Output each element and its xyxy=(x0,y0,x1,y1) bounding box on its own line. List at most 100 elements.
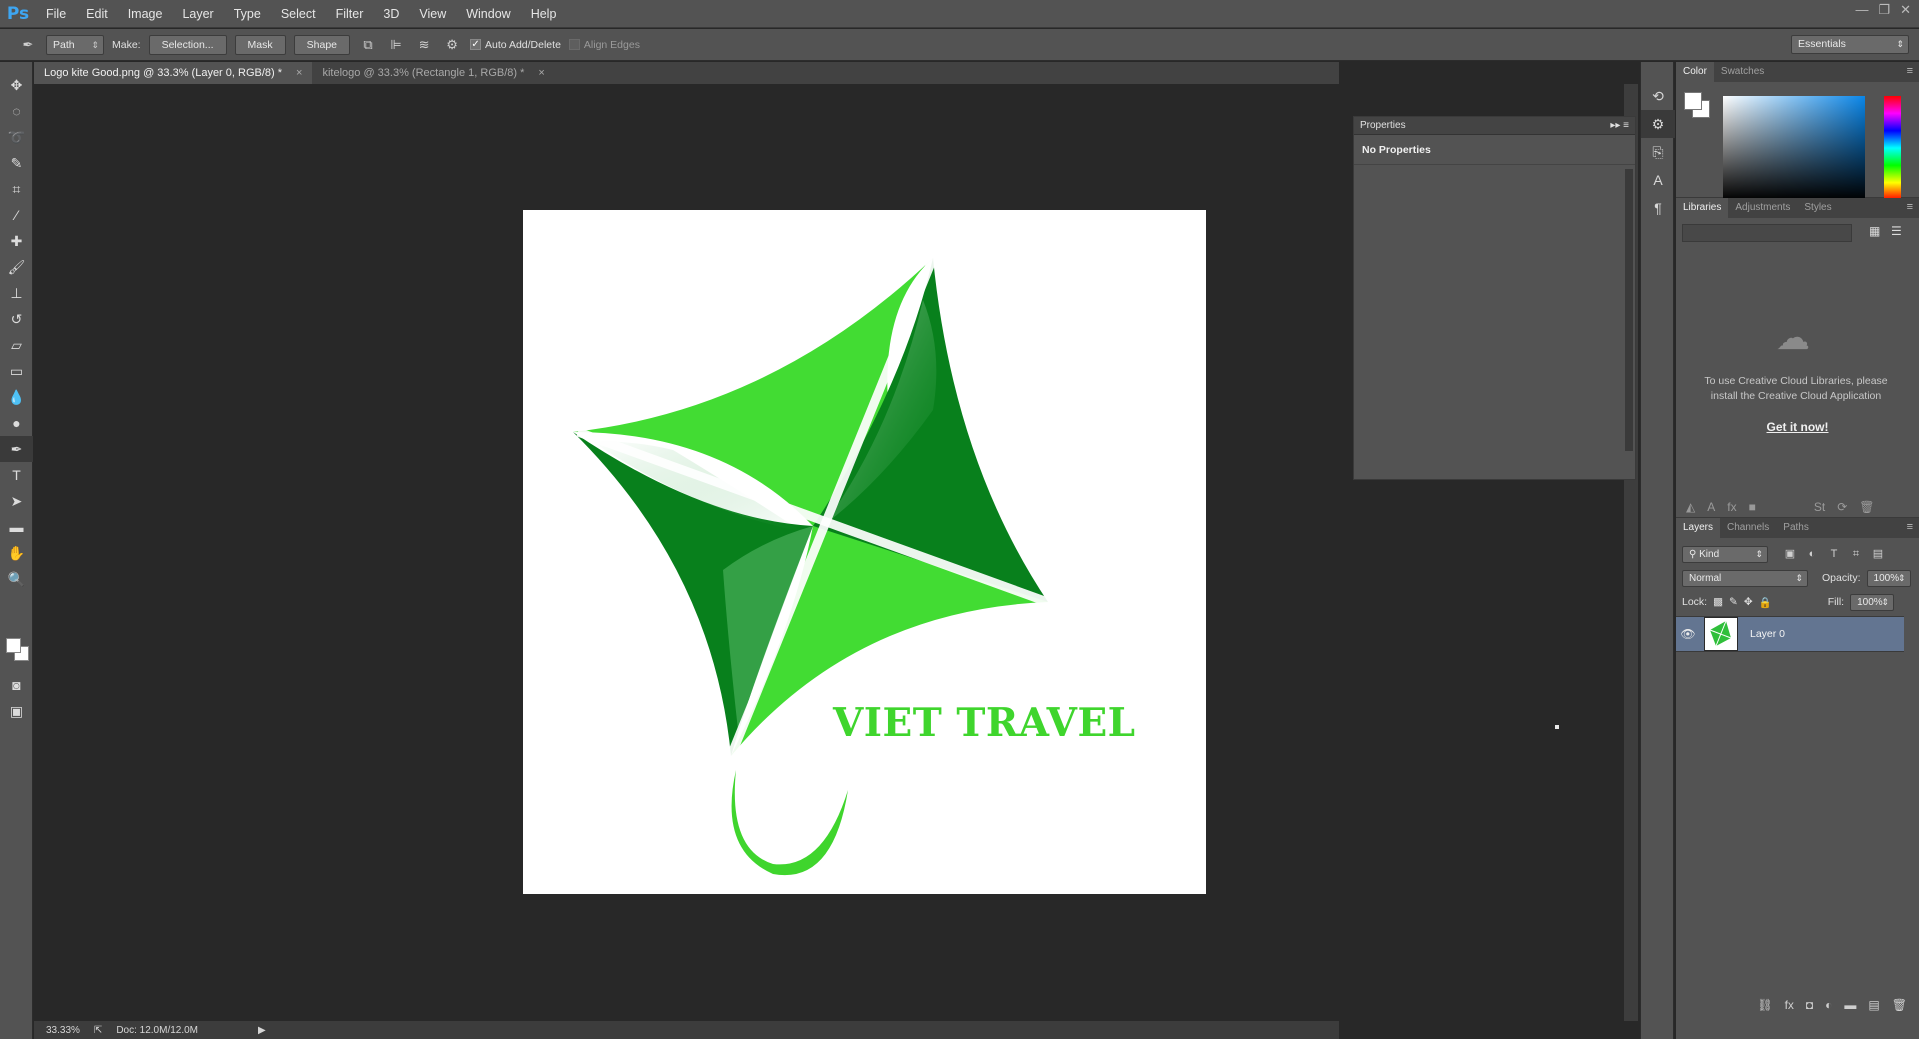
new-group-icon[interactable]: ▬ xyxy=(1844,998,1856,1012)
menu-help[interactable]: Help xyxy=(521,0,567,28)
healing-brush-tool-icon[interactable]: ✚ xyxy=(0,228,33,254)
document-canvas[interactable]: VIET TRAVEL xyxy=(523,210,1206,894)
menu-type[interactable]: Type xyxy=(224,0,271,28)
panel-menu-icon[interactable]: ≡ xyxy=(1907,201,1913,213)
delete-layer-icon[interactable]: 🗑 xyxy=(1892,998,1907,1012)
blur-tool-icon[interactable]: 💧 xyxy=(0,384,33,410)
dodge-tool-icon[interactable]: ● xyxy=(0,410,33,436)
canvas-area[interactable]: VIET TRAVEL xyxy=(34,84,1559,1021)
clone-stamp-tool-icon[interactable]: ⊥ xyxy=(0,280,33,306)
type-filter-icon[interactable]: T xyxy=(1826,546,1842,562)
align-edges-checkbox[interactable] xyxy=(568,39,580,51)
screen-mode-icon[interactable]: ▣ xyxy=(0,698,33,724)
tab-styles[interactable]: Styles xyxy=(1797,198,1838,218)
trash-icon[interactable]: 🗑 xyxy=(1859,500,1874,514)
rectangle-tool-icon[interactable]: ▬ xyxy=(0,514,33,540)
lock-all-icon[interactable]: 🔒 xyxy=(1759,596,1772,609)
menu-filter[interactable]: Filter xyxy=(326,0,374,28)
lock-position-icon[interactable]: ✥ xyxy=(1744,596,1753,608)
brush-tool-icon[interactable]: 🖌 xyxy=(0,254,33,280)
tab-color[interactable]: Color xyxy=(1676,62,1714,82)
zoom-level[interactable]: 33.33% xyxy=(46,1025,80,1036)
align-edges-option[interactable]: Align Edges xyxy=(568,39,640,51)
new-layer-icon[interactable]: ▤ xyxy=(1868,998,1879,1012)
stock-icon[interactable]: St xyxy=(1814,500,1825,514)
menu-select[interactable]: Select xyxy=(271,0,326,28)
tab-channels[interactable]: Channels xyxy=(1720,518,1776,538)
paragraph-panel-icon[interactable]: ¶ xyxy=(1641,194,1675,222)
path-alignment-icon[interactable]: ⊫ xyxy=(386,35,406,55)
add-graphic-icon[interactable]: ◭ xyxy=(1686,500,1695,514)
path-operations-icon[interactable]: ⧉ xyxy=(358,35,378,55)
shape-filter-icon[interactable]: ⌗ xyxy=(1848,546,1864,562)
adjustment-filter-icon[interactable]: ◐ xyxy=(1804,546,1820,562)
restore-button[interactable]: ❐ xyxy=(1878,2,1890,18)
grid-view-icon[interactable]: ▦ xyxy=(1869,224,1880,238)
add-layer-style-icon[interactable]: fx xyxy=(1727,500,1736,514)
make-shape-button[interactable]: Shape xyxy=(293,34,351,55)
make-mask-button[interactable]: Mask xyxy=(234,34,286,55)
marquee-tool-icon[interactable]: ◌ xyxy=(0,98,33,124)
properties-panel-icon[interactable]: ⚙ xyxy=(1641,110,1675,138)
tab-layers[interactable]: Layers xyxy=(1676,518,1721,538)
tab-libraries[interactable]: Libraries xyxy=(1676,198,1729,218)
layer-row[interactable]: 👁 Layer 0 xyxy=(1676,616,1904,652)
smart-object-filter-icon[interactable]: ▤ xyxy=(1870,546,1886,562)
close-icon[interactable]: × xyxy=(296,62,302,84)
hand-tool-icon[interactable]: ✋ xyxy=(0,540,33,566)
lock-transparent-icon[interactable]: ▩ xyxy=(1713,596,1723,608)
path-selection-tool-icon[interactable]: ➤ xyxy=(0,488,33,514)
menu-file[interactable]: File xyxy=(36,0,76,28)
panel-menu-icon[interactable]: ≡ xyxy=(1907,65,1913,77)
path-arrangement-icon[interactable]: ≋ xyxy=(414,35,434,55)
tool-mode-select[interactable]: Path xyxy=(46,34,104,55)
character-panel-icon[interactable]: A xyxy=(1641,166,1675,194)
panel-menu-icon[interactable]: ≡ xyxy=(1907,521,1913,533)
history-panel-icon[interactable]: ⟲ xyxy=(1641,82,1675,110)
tab-swatches[interactable]: Swatches xyxy=(1714,62,1771,82)
foreground-color-swatch[interactable] xyxy=(1684,92,1702,110)
menu-window[interactable]: Window xyxy=(456,0,520,28)
export-icon[interactable]: ⇱ xyxy=(94,1025,102,1036)
fill-input[interactable]: 100% xyxy=(1850,593,1895,611)
status-menu-arrow-icon[interactable]: ▶ xyxy=(258,1025,266,1036)
menu-edit[interactable]: Edit xyxy=(76,0,118,28)
lasso-tool-icon[interactable]: ➰ xyxy=(0,124,33,150)
type-tool-icon[interactable]: T xyxy=(0,462,33,488)
gear-icon[interactable]: ⚙ xyxy=(442,35,462,55)
history-brush-tool-icon[interactable]: ↺ xyxy=(0,306,33,332)
auto-add-delete-checkbox[interactable]: ✓ xyxy=(470,39,482,51)
layer-name[interactable]: Layer 0 xyxy=(1750,628,1785,640)
eyedropper-tool-icon[interactable]: ⁄ xyxy=(0,202,33,228)
tab-paths[interactable]: Paths xyxy=(1776,518,1816,538)
hue-slider[interactable] xyxy=(1884,96,1901,200)
move-tool-icon[interactable]: ✥ xyxy=(0,72,33,98)
tab-adjustments[interactable]: Adjustments xyxy=(1728,198,1797,218)
get-it-now-link[interactable]: Get it now! xyxy=(1676,420,1919,434)
layer-style-icon[interactable]: fx xyxy=(1785,998,1794,1012)
crop-tool-icon[interactable]: ⌗ xyxy=(0,176,33,202)
quick-mask-icon[interactable]: ◙ xyxy=(0,672,33,698)
add-color-icon[interactable]: ■ xyxy=(1749,500,1756,514)
library-select[interactable] xyxy=(1682,224,1852,242)
close-button[interactable]: ✕ xyxy=(1900,2,1911,18)
actions-panel-icon[interactable]: ⎘ xyxy=(1641,138,1675,166)
minimize-button[interactable]: — xyxy=(1855,2,1868,18)
make-selection-button[interactable]: Selection... xyxy=(148,34,227,55)
add-mask-icon[interactable]: ◘ xyxy=(1806,998,1813,1012)
blend-mode-select[interactable]: Normal xyxy=(1682,569,1808,587)
pen-tool-icon[interactable]: ✒ xyxy=(0,436,33,462)
document-tab[interactable]: kitelogo @ 33.3% (Rectangle 1, RGB/8) * … xyxy=(312,62,554,84)
lock-image-icon[interactable]: ✎ xyxy=(1729,596,1738,608)
menu-layer[interactable]: Layer xyxy=(172,0,223,28)
opacity-input[interactable]: 100% xyxy=(1866,569,1911,587)
properties-panel-header[interactable]: Properties ▸▸ ≡ xyxy=(1354,117,1635,135)
document-tab[interactable]: Logo kite Good.png @ 33.3% (Layer 0, RGB… xyxy=(34,62,313,84)
adjustment-layer-icon[interactable]: ◐ xyxy=(1825,998,1832,1012)
eraser-tool-icon[interactable]: ▱ xyxy=(0,332,33,358)
link-layers-icon[interactable]: ⛓ xyxy=(1757,998,1772,1012)
sync-icon[interactable]: ⟳ xyxy=(1837,500,1847,514)
eye-icon[interactable]: 👁 xyxy=(1676,627,1700,641)
auto-add-delete-option[interactable]: ✓ Auto Add/Delete xyxy=(470,39,561,51)
close-icon[interactable]: × xyxy=(538,62,544,84)
